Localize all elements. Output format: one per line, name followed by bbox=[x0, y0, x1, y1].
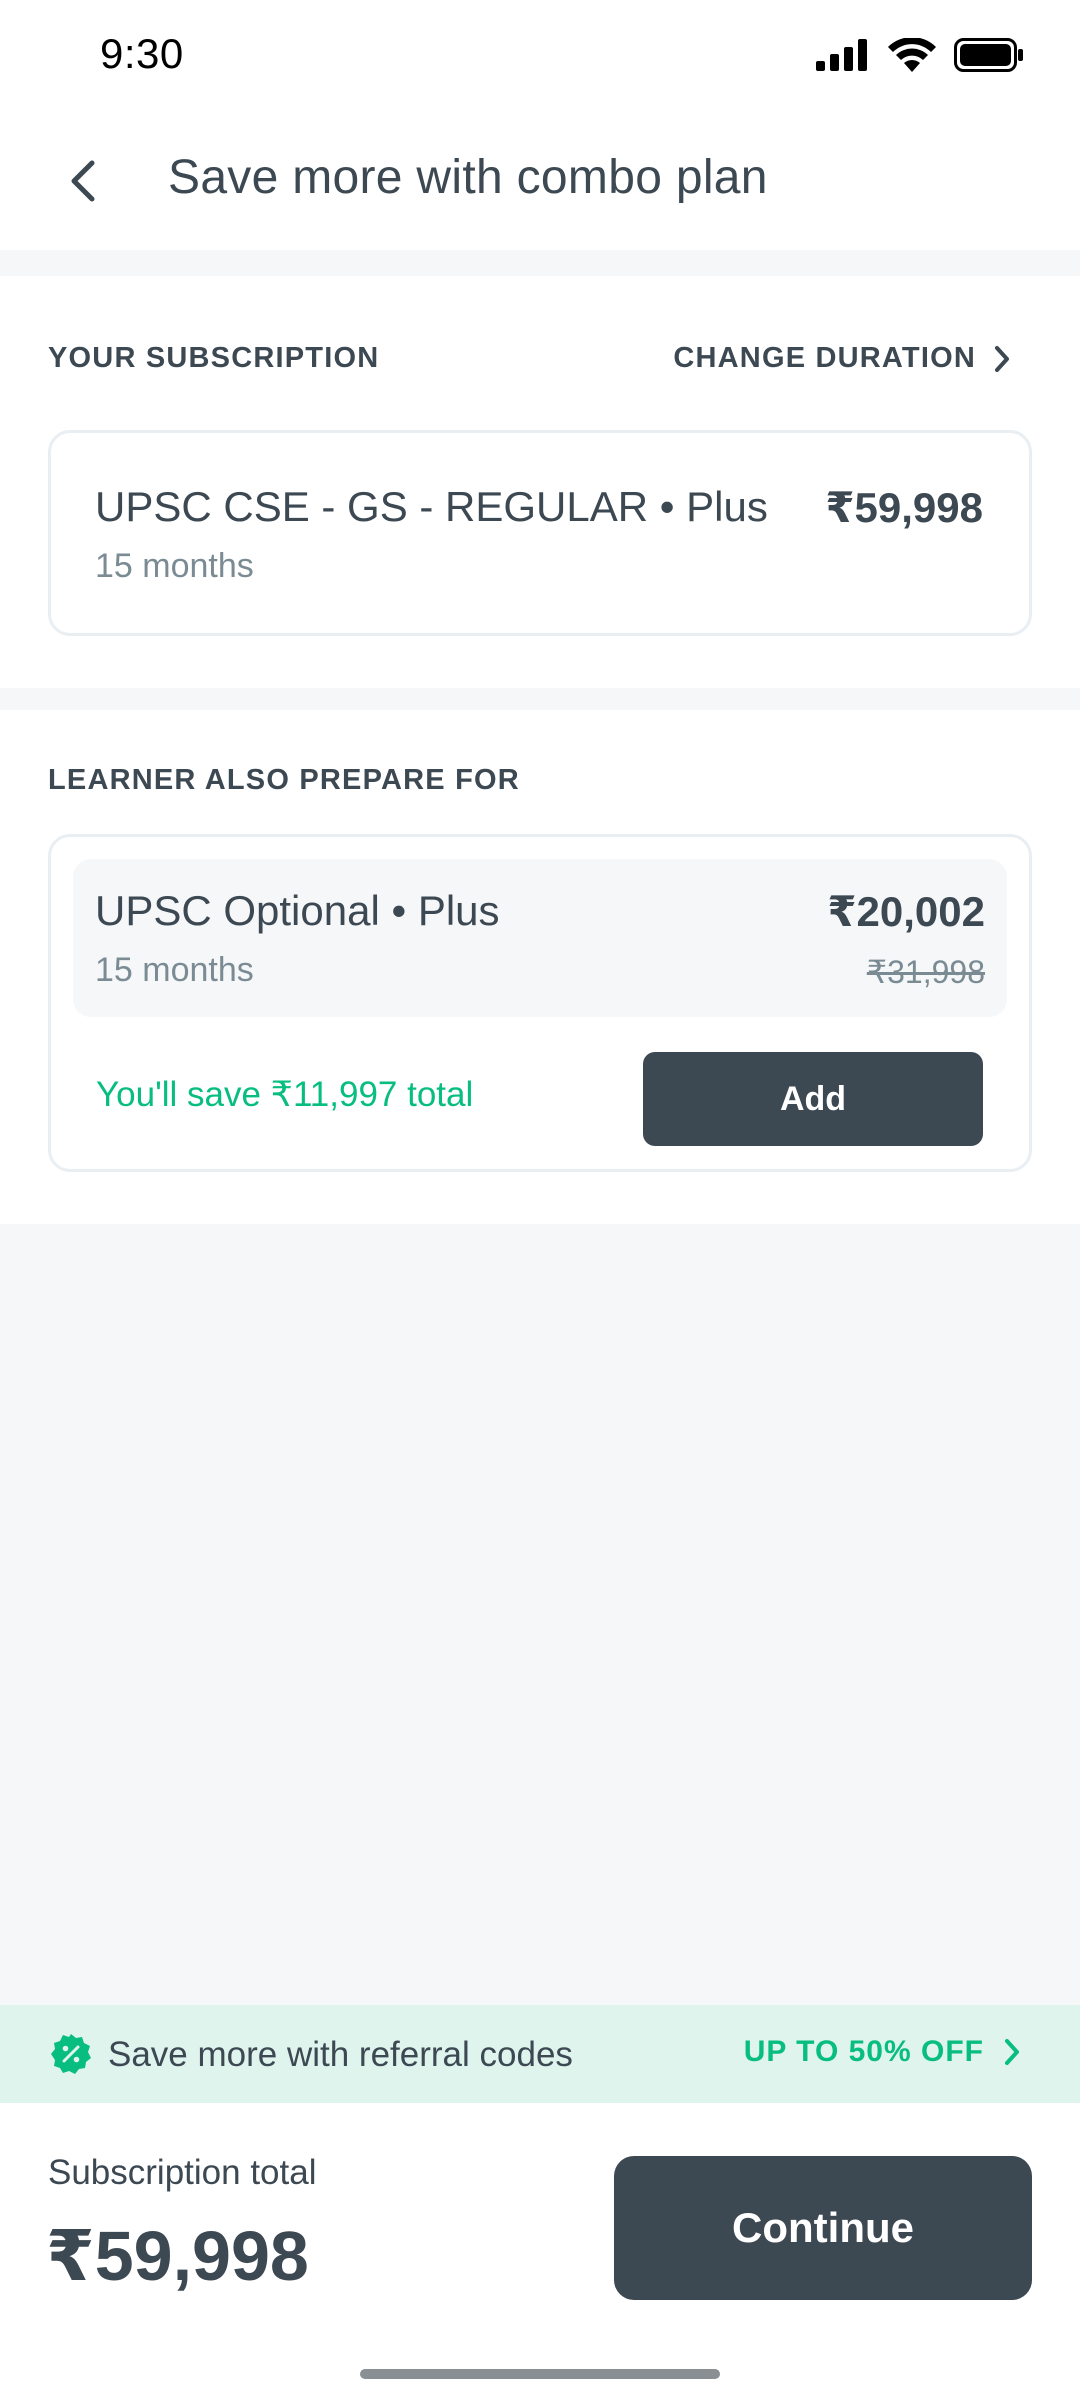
combo-plan-details: UPSC Optional • Plus ₹20,002 15 months ₹… bbox=[73, 859, 1007, 1017]
change-duration-button[interactable]: CHANGE DURATION bbox=[673, 342, 1010, 375]
referral-banner[interactable]: Save more with referral codes UP TO 50% … bbox=[0, 2005, 1080, 2103]
status-time: 9:30 bbox=[100, 30, 184, 77]
subscription-duration: 15 months bbox=[95, 547, 254, 585]
page-title: Save more with combo plan bbox=[168, 151, 768, 204]
status-bar: 9:30 bbox=[0, 0, 1080, 112]
referral-offer-label: UP TO 50% OFF bbox=[743, 2035, 984, 2068]
referral-offer: UP TO 50% OFF bbox=[744, 2035, 1020, 2069]
combo-plan-name: UPSC Optional • Plus bbox=[95, 887, 500, 934]
combo-plan-original-price: ₹31,998 bbox=[866, 954, 985, 990]
home-indicator bbox=[360, 2369, 720, 2379]
combo-plan-card: UPSC Optional • Plus ₹20,002 15 months ₹… bbox=[48, 834, 1032, 1172]
your-subscription-section: YOUR SUBSCRIPTION CHANGE DURATION UPSC C… bbox=[0, 276, 1080, 688]
subscription-total-label: Subscription total bbox=[48, 2153, 317, 2192]
back-button[interactable] bbox=[48, 146, 118, 216]
battery-icon bbox=[954, 38, 1023, 72]
referral-text: Save more with referral codes bbox=[108, 2035, 573, 2074]
also-prepare-label: LEARNER ALSO PREPARE FOR bbox=[48, 764, 520, 796]
checkout-footer: Subscription total ₹59,998 Continue bbox=[0, 2103, 1080, 2400]
status-icons bbox=[816, 38, 1024, 72]
subscription-price: ₹59,998 bbox=[825, 484, 983, 531]
change-duration-label: CHANGE DURATION bbox=[673, 342, 976, 374]
savings-text: You'll save ₹11,997 total bbox=[96, 1075, 474, 1114]
wifi-icon bbox=[888, 38, 936, 72]
header: Save more with combo plan bbox=[0, 112, 1080, 250]
combo-plan-price: ₹20,002 bbox=[827, 888, 985, 935]
chevron-right-icon bbox=[1005, 2039, 1019, 2065]
discount-badge-icon bbox=[51, 2034, 91, 2074]
chevron-right-icon bbox=[995, 345, 1009, 372]
also-prepare-section: LEARNER ALSO PREPARE FOR UPSC Optional •… bbox=[0, 710, 1080, 1224]
back-arrow-icon bbox=[71, 160, 95, 202]
subscription-total-amount: ₹59,998 bbox=[46, 2217, 309, 2295]
add-button[interactable]: Add bbox=[643, 1052, 983, 1146]
subscription-plan-name: UPSC CSE - GS - REGULAR • Plus bbox=[95, 483, 768, 530]
continue-button[interactable]: Continue bbox=[614, 2156, 1032, 2300]
signal-icon bbox=[816, 39, 867, 71]
your-subscription-label: YOUR SUBSCRIPTION bbox=[48, 342, 380, 374]
subscription-card: UPSC CSE - GS - REGULAR • Plus ₹59,998 1… bbox=[48, 430, 1032, 636]
combo-plan-duration: 15 months bbox=[95, 951, 254, 989]
